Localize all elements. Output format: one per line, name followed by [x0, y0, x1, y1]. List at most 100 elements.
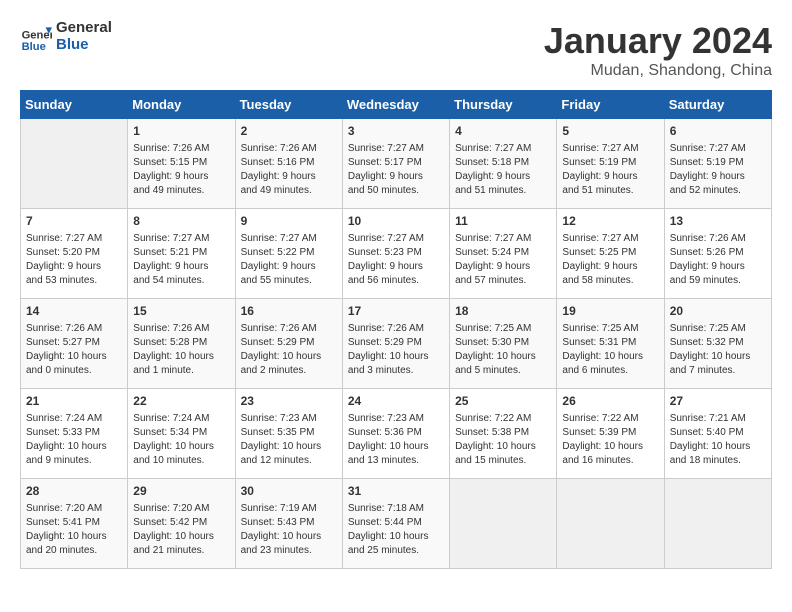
day-cell [664, 479, 771, 569]
day-number: 3 [348, 123, 444, 140]
day-cell: 24 Sunrise: 7:23 AMSunset: 5:36 PMDayligh… [342, 389, 449, 479]
day-info: Sunrise: 7:26 AMSunset: 5:27 PMDaylight:… [26, 322, 122, 378]
day-info: Sunrise: 7:24 AMSunset: 5:33 PMDaylight:… [26, 412, 122, 468]
day-info: Sunrise: 7:20 AMSunset: 5:41 PMDaylight:… [26, 502, 122, 558]
day-number: 21 [26, 393, 122, 410]
day-info: Sunrise: 7:27 AMSunset: 5:24 PMDaylight:… [455, 232, 551, 288]
day-number: 1 [133, 123, 229, 140]
logo: General Blue General Blue [20, 20, 112, 53]
day-number: 30 [241, 483, 337, 500]
day-cell: 28 Sunrise: 7:20 AMSunset: 5:41 PMDayligh… [21, 479, 128, 569]
day-info: Sunrise: 7:27 AMSunset: 5:25 PMDaylight:… [562, 232, 658, 288]
weekday-header-tuesday: Tuesday [235, 91, 342, 119]
day-info: Sunrise: 7:21 AMSunset: 5:40 PMDaylight:… [670, 412, 766, 468]
day-number: 23 [241, 393, 337, 410]
day-cell: 6 Sunrise: 7:27 AMSunset: 5:19 PMDaylight… [664, 119, 771, 209]
svg-text:Blue: Blue [22, 40, 46, 52]
day-info: Sunrise: 7:24 AMSunset: 5:34 PMDaylight:… [133, 412, 229, 468]
day-info: Sunrise: 7:22 AMSunset: 5:38 PMDaylight:… [455, 412, 551, 468]
calendar-table: SundayMondayTuesdayWednesdayThursdayFrid… [20, 90, 772, 569]
day-info: Sunrise: 7:26 AMSunset: 5:28 PMDaylight:… [133, 322, 229, 378]
day-info: Sunrise: 7:26 AMSunset: 5:26 PMDaylight:… [670, 232, 766, 288]
day-cell: 12 Sunrise: 7:27 AMSunset: 5:25 PMDayligh… [557, 209, 664, 299]
day-cell: 27 Sunrise: 7:21 AMSunset: 5:40 PMDayligh… [664, 389, 771, 479]
day-cell: 26 Sunrise: 7:22 AMSunset: 5:39 PMDayligh… [557, 389, 664, 479]
day-cell: 18Sunrise: 7:25 AMSunset: 5:30 PMDayligh… [450, 299, 557, 389]
week-row-1: 1Sunrise: 7:26 AMSunset: 5:15 PMDaylight… [21, 119, 772, 209]
day-info: Sunrise: 7:18 AMSunset: 5:44 PMDaylight:… [348, 502, 444, 558]
day-number: 4 [455, 123, 551, 140]
day-number: 24 [348, 393, 444, 410]
day-number: 27 [670, 393, 766, 410]
day-number: 26 [562, 393, 658, 410]
weekday-header-monday: Monday [128, 91, 235, 119]
day-info: Sunrise: 7:25 AMSunset: 5:31 PMDaylight:… [562, 322, 658, 378]
day-cell: 11Sunrise: 7:27 AMSunset: 5:24 PMDayligh… [450, 209, 557, 299]
day-number: 10 [348, 213, 444, 230]
day-info: Sunrise: 7:27 AMSunset: 5:22 PMDaylight:… [241, 232, 337, 288]
day-cell: 14Sunrise: 7:26 AMSunset: 5:27 PMDayligh… [21, 299, 128, 389]
day-info: Sunrise: 7:23 AMSunset: 5:36 PMDaylight:… [348, 412, 444, 468]
day-cell: 23 Sunrise: 7:23 AMSunset: 5:35 PMDayligh… [235, 389, 342, 479]
day-info: Sunrise: 7:27 AMSunset: 5:19 PMDaylight:… [670, 142, 766, 198]
day-number: 19 [562, 303, 658, 320]
day-cell [557, 479, 664, 569]
day-info: Sunrise: 7:26 AMSunset: 5:29 PMDaylight:… [348, 322, 444, 378]
day-cell: 30Sunrise: 7:19 AMSunset: 5:43 PMDayligh… [235, 479, 342, 569]
day-cell: 7 Sunrise: 7:27 AMSunset: 5:20 PMDaylight… [21, 209, 128, 299]
day-info: Sunrise: 7:27 AMSunset: 5:21 PMDaylight:… [133, 232, 229, 288]
day-cell: 19 Sunrise: 7:25 AMSunset: 5:31 PMDayligh… [557, 299, 664, 389]
day-cell: 20Sunrise: 7:25 AMSunset: 5:32 PMDayligh… [664, 299, 771, 389]
day-number: 18 [455, 303, 551, 320]
day-info: Sunrise: 7:27 AMSunset: 5:17 PMDaylight:… [348, 142, 444, 198]
day-cell [21, 119, 128, 209]
day-cell: 8 Sunrise: 7:27 AMSunset: 5:21 PMDaylight… [128, 209, 235, 299]
day-info: Sunrise: 7:26 AMSunset: 5:29 PMDaylight:… [241, 322, 337, 378]
day-number: 8 [133, 213, 229, 230]
weekday-header-saturday: Saturday [664, 91, 771, 119]
logo-line1: General [56, 20, 112, 37]
day-cell: 2Sunrise: 7:26 AMSunset: 5:16 PMDaylight… [235, 119, 342, 209]
week-row-5: 28 Sunrise: 7:20 AMSunset: 5:41 PMDayligh… [21, 479, 772, 569]
day-cell: 22 Sunrise: 7:24 AMSunset: 5:34 PMDayligh… [128, 389, 235, 479]
calendar-subtitle: Mudan, Shandong, China [544, 62, 772, 80]
weekday-header-wednesday: Wednesday [342, 91, 449, 119]
day-number: 12 [562, 213, 658, 230]
title-block: January 2024 Mudan, Shandong, China [544, 20, 772, 80]
day-number: 29 [133, 483, 229, 500]
day-cell [450, 479, 557, 569]
day-number: 7 [26, 213, 122, 230]
day-info: Sunrise: 7:25 AMSunset: 5:32 PMDaylight:… [670, 322, 766, 378]
day-info: Sunrise: 7:27 AMSunset: 5:23 PMDaylight:… [348, 232, 444, 288]
day-cell: 17Sunrise: 7:26 AMSunset: 5:29 PMDayligh… [342, 299, 449, 389]
logo-line2: Blue [56, 37, 112, 54]
day-number: 16 [241, 303, 337, 320]
day-info: Sunrise: 7:27 AMSunset: 5:18 PMDaylight:… [455, 142, 551, 198]
day-number: 6 [670, 123, 766, 140]
day-number: 31 [348, 483, 444, 500]
week-row-2: 7 Sunrise: 7:27 AMSunset: 5:20 PMDaylight… [21, 209, 772, 299]
day-info: Sunrise: 7:26 AMSunset: 5:16 PMDaylight:… [241, 142, 337, 198]
logo-icon: General Blue [20, 21, 52, 53]
day-info: Sunrise: 7:27 AMSunset: 5:20 PMDaylight:… [26, 232, 122, 288]
day-info: Sunrise: 7:27 AMSunset: 5:19 PMDaylight:… [562, 142, 658, 198]
day-info: Sunrise: 7:20 AMSunset: 5:42 PMDaylight:… [133, 502, 229, 558]
day-number: 13 [670, 213, 766, 230]
day-cell: 21 Sunrise: 7:24 AMSunset: 5:33 PMDayligh… [21, 389, 128, 479]
day-number: 22 [133, 393, 229, 410]
week-row-4: 21 Sunrise: 7:24 AMSunset: 5:33 PMDayligh… [21, 389, 772, 479]
svg-text:General: General [22, 29, 52, 41]
weekday-header-row: SundayMondayTuesdayWednesdayThursdayFrid… [21, 91, 772, 119]
week-row-3: 14Sunrise: 7:26 AMSunset: 5:27 PMDayligh… [21, 299, 772, 389]
day-info: Sunrise: 7:22 AMSunset: 5:39 PMDaylight:… [562, 412, 658, 468]
weekday-header-thursday: Thursday [450, 91, 557, 119]
calendar-title: January 2024 [544, 20, 772, 62]
day-cell: 29 Sunrise: 7:20 AMSunset: 5:42 PMDayligh… [128, 479, 235, 569]
day-number: 25 [455, 393, 551, 410]
page-header: General Blue General Blue January 2024 M… [20, 20, 772, 80]
day-cell: 13 Sunrise: 7:26 AMSunset: 5:26 PMDayligh… [664, 209, 771, 299]
day-info: Sunrise: 7:23 AMSunset: 5:35 PMDaylight:… [241, 412, 337, 468]
day-number: 28 [26, 483, 122, 500]
day-cell: 16 Sunrise: 7:26 AMSunset: 5:29 PMDayligh… [235, 299, 342, 389]
weekday-header-sunday: Sunday [21, 91, 128, 119]
